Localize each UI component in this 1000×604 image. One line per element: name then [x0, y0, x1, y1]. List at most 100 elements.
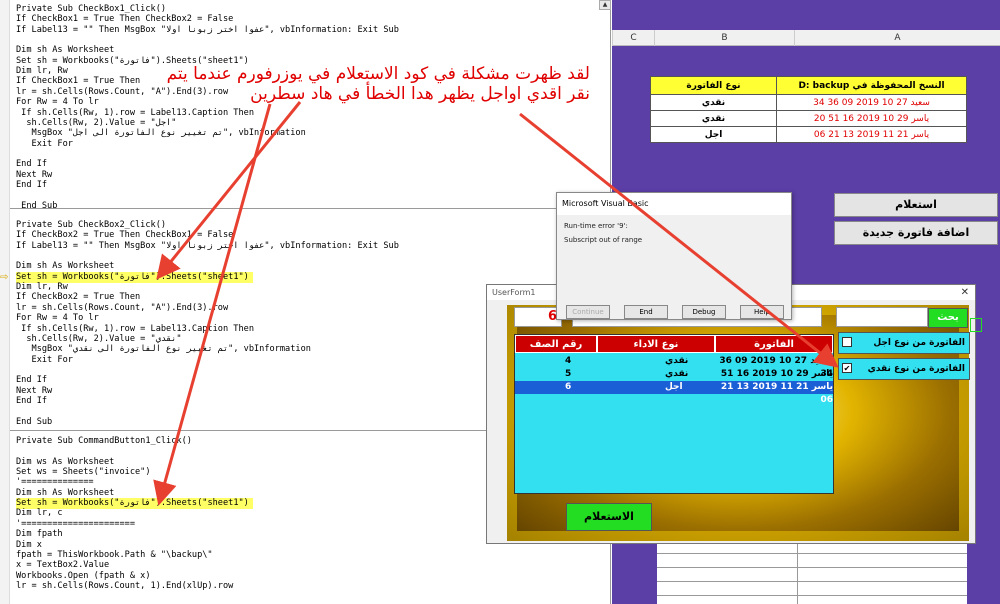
code-line[interactable]: '======================: [16, 519, 135, 530]
credit-invoice-checkbox[interactable]: الفاتورة من نوع اجل: [838, 332, 970, 354]
credit-checkbox-label: الفاتورة من نوع اجل: [873, 338, 965, 348]
row-count-label: 6: [514, 307, 562, 327]
checkbox-icon[interactable]: [842, 337, 852, 347]
cash-checkbox-label: الفاتورة من نوع نقدي: [867, 364, 965, 374]
code-line[interactable]: Exit For: [16, 355, 73, 366]
code-line[interactable]: End Sub: [16, 417, 52, 428]
code-line[interactable]: End If: [16, 375, 47, 386]
list-header-row-number: رقم الصف: [515, 335, 597, 353]
list-cell-number: 6: [565, 382, 572, 392]
column-header-b[interactable]: B: [654, 30, 794, 46]
close-icon[interactable]: ✕: [961, 285, 969, 300]
code-line[interactable]: Private Sub CheckBox2_Click(): [16, 220, 166, 231]
code-line[interactable]: Dim x: [16, 540, 42, 551]
add-new-invoice-button[interactable]: اضافة فاتورة جديدة: [834, 221, 998, 245]
debug-button[interactable]: Debug: [682, 305, 726, 319]
error-dialog-title: Microsoft Visual Basic: [557, 193, 791, 215]
code-line[interactable]: If CheckBox2 = True Then CheckBox1 = Fal…: [16, 230, 233, 241]
cell-b[interactable]: نقدي: [650, 94, 777, 111]
list-item[interactable]: 5 نقدي ياسر 29 10 2019 16 51 20: [515, 368, 833, 392]
cell-b[interactable]: اجل: [650, 126, 777, 143]
code-line[interactable]: Private Sub CheckBox1_Click(): [16, 4, 166, 15]
code-line[interactable]: Set ws = Sheets("invoice"): [16, 467, 151, 478]
code-line[interactable]: Next Rw: [16, 170, 52, 181]
code-line[interactable]: lr = sh.Cells(Rows.Count, 1).End(xlUp).r…: [16, 581, 233, 592]
cash-invoice-checkbox[interactable]: ✔ الفاتورة من نوع نقدي: [838, 358, 970, 380]
continue-button[interactable]: Continue: [566, 305, 610, 319]
code-line[interactable]: sh.Cells(Rw, 2).Value = "نقدي": [16, 334, 181, 345]
code-line[interactable]: If sh.Cells(Rw, 1).row = Label13.Caption…: [16, 324, 254, 335]
list-item[interactable]: 4 نقدي سعيد 27 10 2019 09 36 34: [515, 355, 833, 379]
column-header-c[interactable]: C: [612, 30, 654, 46]
cell-b[interactable]: نقدي: [650, 110, 777, 127]
list-cell-number: 5: [565, 369, 572, 379]
code-line[interactable]: End Sub: [16, 201, 57, 212]
code-line[interactable]: Exit For: [16, 139, 73, 150]
cell-a[interactable]: سعيد 27 10 2019 09 36 34: [776, 94, 967, 111]
code-line[interactable]: If Label13 = "" Then MsgBox "عفوا اختر ز…: [16, 25, 399, 36]
column-header-a[interactable]: A: [794, 30, 1000, 46]
code-line[interactable]: Dim lr, c: [16, 508, 63, 519]
code-line[interactable]: sh.Cells(Rw, 2).Value = "اجل": [16, 118, 176, 129]
code-line[interactable]: If sh.Cells(Rw, 1).row = Label13.Caption…: [16, 108, 254, 119]
code-line[interactable]: Dim lr, Rw: [16, 66, 68, 77]
code-line[interactable]: End If: [16, 159, 47, 170]
code-line[interactable]: Workbooks.Open (fpath & x): [16, 571, 151, 582]
list-cell-type: نقدي: [665, 369, 689, 379]
backup-table: نوع الفاتورة النسخ المحفوظة في D: backup…: [650, 76, 967, 143]
code-line[interactable]: fpath = ThisWorkbook.Path & "\backup\": [16, 550, 213, 561]
code-line[interactable]: For Rw = 4 To lr: [16, 313, 99, 324]
code-line[interactable]: For Rw = 4 To lr: [16, 97, 99, 108]
sheet-query-button[interactable]: استعلام: [834, 193, 998, 217]
code-line[interactable]: lr = sh.Cells(Rows.Count, "A").End(3).ro…: [16, 303, 228, 314]
list-header-invoice: الفاتورة: [715, 335, 833, 353]
code-line-error[interactable]: Set sh = Workbooks("فاتورة").Sheets("she…: [16, 271, 253, 283]
code-line[interactable]: Dim fpath: [16, 529, 63, 540]
code-line[interactable]: '==============: [16, 477, 94, 488]
code-line[interactable]: If CheckBox1 = True Then CheckBox2 = Fal…: [16, 14, 233, 25]
code-line[interactable]: Dim sh As Worksheet: [16, 488, 114, 499]
code-line[interactable]: If Label13 = "" Then MsgBox "عفوا اختر ز…: [16, 241, 399, 252]
code-line[interactable]: x = TextBox2.Value: [16, 560, 109, 571]
code-line[interactable]: End If: [16, 180, 47, 191]
cell-a[interactable]: ياسر 29 10 2019 16 51 20: [776, 110, 967, 127]
list-cell-type: اجل: [665, 382, 683, 392]
code-line[interactable]: Dim ws As Worksheet: [16, 457, 114, 468]
code-line[interactable]: Dim sh As Worksheet: [16, 261, 114, 272]
code-line[interactable]: Dim sh As Worksheet: [16, 45, 114, 56]
annotation-text: لقد ظهرت مشكلة في كود الاستعلام في يوزرف…: [160, 64, 590, 104]
code-line[interactable]: Private Sub CommandButton1_Click(): [16, 436, 192, 447]
error-code-text: Run-time error '9':: [564, 222, 628, 230]
column-headers: C B A: [612, 30, 1000, 46]
search-button[interactable]: بحث: [928, 308, 968, 328]
code-line[interactable]: Dim lr, Rw: [16, 282, 68, 293]
code-margin: [0, 0, 10, 604]
search-input-2[interactable]: [836, 307, 928, 327]
checkmark-icon[interactable]: ✔: [842, 363, 852, 373]
code-line-error[interactable]: Set sh = Workbooks("فاتورة").Sheets("she…: [16, 498, 253, 510]
header-backup-copies: النسخ المحفوظة في D: backup: [776, 76, 967, 95]
help-button[interactable]: Help: [740, 305, 784, 319]
error-message-text: Subscript out of range: [564, 236, 643, 244]
code-line[interactable]: If CheckBox1 = True Then: [16, 76, 140, 87]
query-button[interactable]: الاستعلام: [566, 503, 652, 531]
annotation-line-2: نقر اقدي اواجل يظهر هدا الخطأ في هاد سطر…: [250, 84, 590, 104]
list-cell-number: 4: [565, 356, 572, 366]
code-line[interactable]: End If: [16, 396, 47, 407]
list-cell-type: نقدي: [665, 356, 689, 366]
list-header-payment-type: نوع الاداء: [597, 335, 715, 353]
vba-error-dialog[interactable]: Microsoft Visual Basic Run-time error '9…: [556, 192, 792, 320]
code-line[interactable]: MsgBox "تم تغيير نوع الفاتورة الى اجل", …: [16, 128, 306, 139]
procedure-separator: [10, 208, 611, 209]
code-line[interactable]: MsgBox "تم تغيير نوع الفاتورة الى نقدي",…: [16, 344, 311, 355]
small-frame: [970, 318, 982, 332]
execution-pointer-icon: ⇨: [0, 272, 9, 283]
end-button[interactable]: End: [624, 305, 668, 319]
code-line[interactable]: Next Rw: [16, 386, 52, 397]
list-item-selected[interactable]: 6 اجل ياسر 21 11 2019 13 21 06: [515, 381, 833, 405]
code-line[interactable]: If CheckBox2 = True Then: [16, 292, 140, 303]
annotation-line-1: لقد ظهرت مشكلة في كود الاستعلام في يوزرف…: [166, 64, 590, 84]
cell-a[interactable]: ياسر 21 11 2019 13 21 06: [776, 126, 967, 143]
invoice-listbox[interactable]: رقم الصف نوع الاداء الفاتورة 4 نقدي سعيد…: [514, 334, 834, 494]
scrollbar-up-button[interactable]: ▲: [599, 0, 611, 10]
